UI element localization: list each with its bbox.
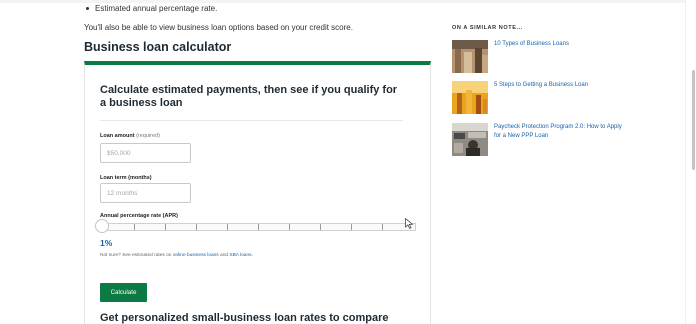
slider-tick — [289, 224, 290, 230]
calculate-button[interactable]: Calculate — [100, 283, 147, 302]
scrollbar-thumb[interactable] — [692, 70, 695, 170]
rates-note: Not sure? See estimated rates on online … — [100, 253, 253, 258]
apr-value: 1% — [100, 238, 113, 248]
slider-tick — [382, 224, 383, 230]
loan-calculator-card: Calculate estimated payments, then see i… — [84, 61, 431, 324]
bullet-text: Estimated annual percentage rate. — [95, 4, 218, 13]
apr-label: Annual percentage rate (APR) — [100, 213, 178, 219]
similar-article-link[interactable]: 10 Types of Business Loans — [494, 40, 624, 49]
slider-tick — [320, 224, 321, 230]
loan-amount-label: Loan amount (required) — [100, 133, 160, 139]
similar-note-title: ON A SIMILAR NOTE... — [452, 25, 523, 31]
top-divider — [0, 0, 696, 3]
similar-article-link[interactable]: 5 Steps to Getting a Business Loan — [494, 81, 624, 90]
note-suffix: . — [251, 253, 253, 258]
loan-amount-label-text: Loan amount — [100, 133, 135, 139]
loan-term-label: Loan term (months) — [100, 175, 152, 181]
slider-tick — [196, 224, 197, 230]
apr-slider-track[interactable] — [102, 223, 416, 231]
slider-tick — [165, 224, 166, 230]
page-scrollbar[interactable] — [685, 0, 696, 324]
rates-compare-heading: Get personalized small-business loan rat… — [100, 312, 389, 324]
online-business-loans-link[interactable]: online business loans — [173, 253, 219, 258]
required-note: (required) — [136, 133, 160, 139]
article-thumbnail-image[interactable] — [452, 81, 488, 114]
article-thumbnail-image[interactable] — [452, 40, 488, 73]
apr-slider-thumb[interactable] — [95, 219, 109, 233]
calculator-heading: Calculate estimated payments, then see i… — [100, 84, 398, 109]
card-divider — [100, 120, 403, 121]
bullet-dot-icon — [86, 6, 89, 10]
note-prefix: Not sure? See estimated rates on — [100, 253, 172, 258]
slider-tick — [258, 224, 259, 230]
note-middle: and — [220, 253, 229, 258]
section-title: Business loan calculator — [84, 40, 232, 54]
article-bullet: Estimated annual percentage rate. — [84, 4, 217, 13]
article-intro: You'll also be able to view business loa… — [84, 23, 353, 32]
slider-tick — [134, 224, 135, 230]
slider-tick — [227, 224, 228, 230]
loan-amount-input[interactable] — [100, 143, 191, 163]
loan-term-input[interactable] — [100, 183, 191, 203]
article-thumbnail-image[interactable] — [452, 123, 488, 156]
mouse-pointer-icon — [405, 218, 414, 229]
sba-loans-link[interactable]: SBA loans — [229, 253, 251, 258]
similar-article-link[interactable]: Paycheck Protection Program 2.0: How to … — [494, 123, 624, 141]
slider-tick — [351, 224, 352, 230]
